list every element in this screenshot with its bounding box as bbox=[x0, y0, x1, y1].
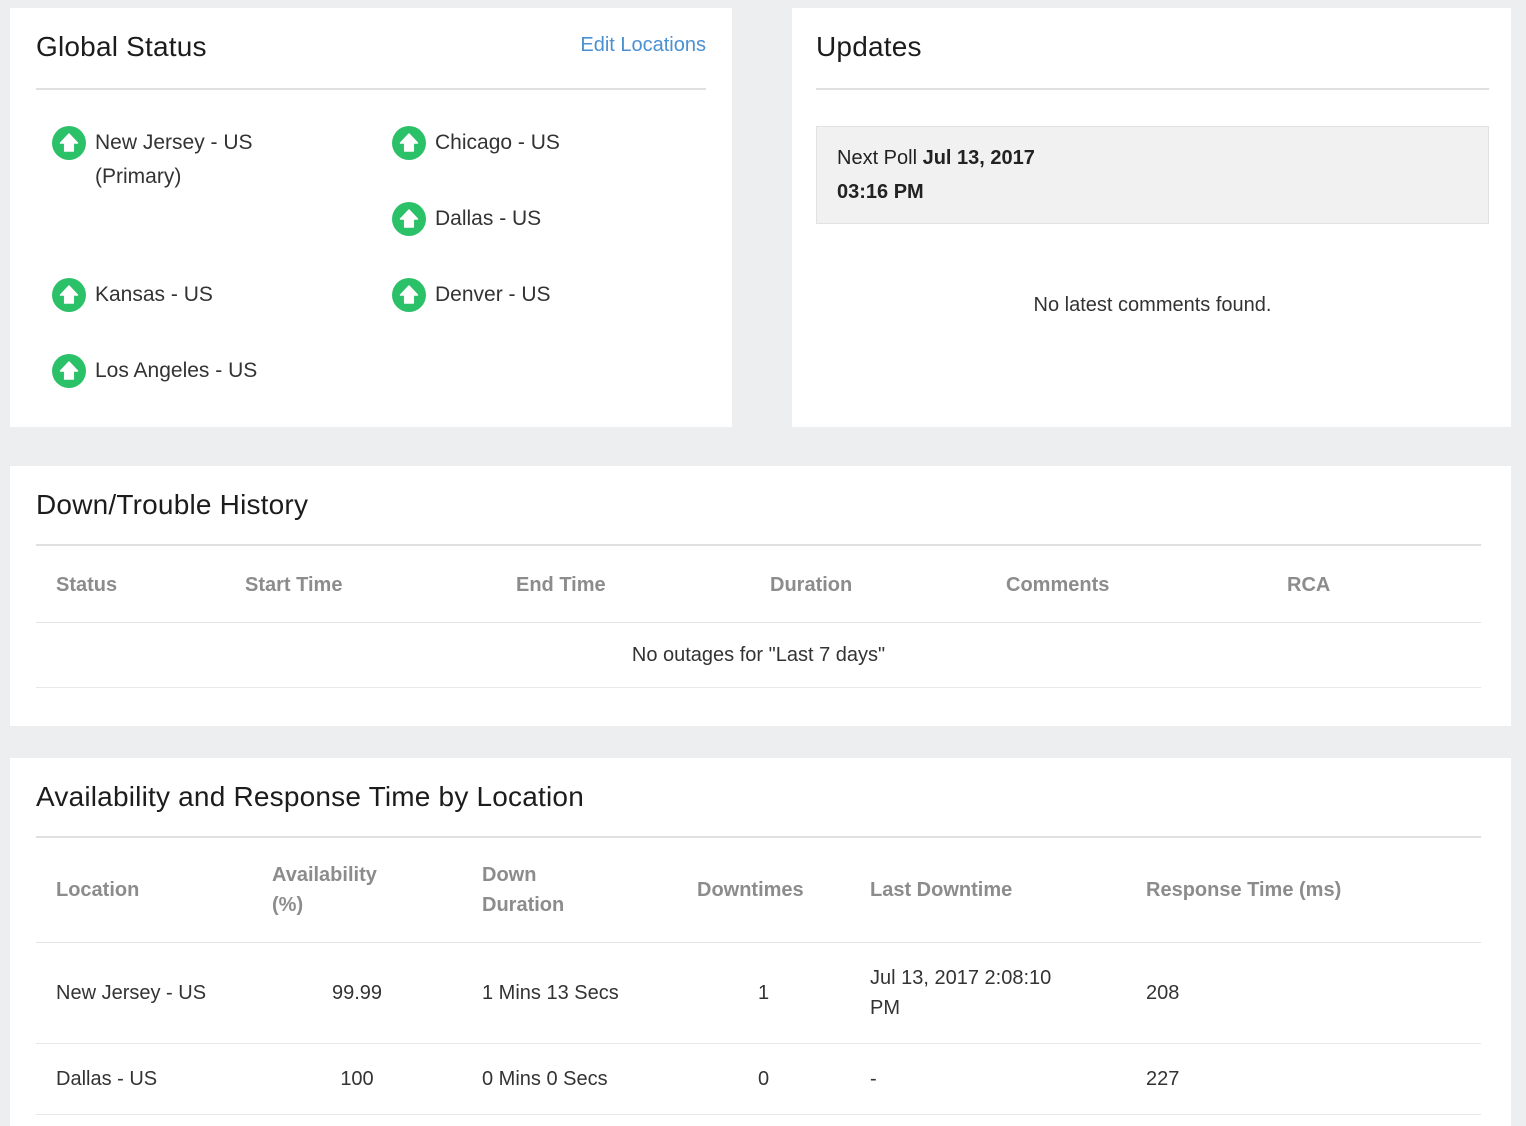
empty-history-row: No outages for "Last 7 days" bbox=[36, 623, 1481, 688]
down-duration-cell: 0 Mins 0 Secs bbox=[462, 1044, 677, 1115]
column-header-response-time: Response Time (ms) bbox=[1126, 838, 1481, 943]
column-header-downtimes: Downtimes bbox=[677, 838, 850, 943]
location-item: Los Angeles - US bbox=[52, 354, 392, 430]
column-header-duration: Duration bbox=[750, 546, 986, 623]
availability-cell: 99.99 bbox=[252, 943, 462, 1044]
down-history-table: Status Start Time End Time Duration Comm… bbox=[36, 546, 1481, 688]
location-label: Denver - US bbox=[435, 278, 551, 312]
location-item: Denver - US bbox=[392, 278, 732, 354]
response-time-cell: 227 bbox=[1126, 1044, 1481, 1115]
dashboard-page: Global Status Edit Locations New Jersey … bbox=[0, 8, 1526, 1126]
global-status-divider bbox=[36, 88, 706, 90]
no-outages-message: No outages for "Last 7 days" bbox=[36, 623, 1481, 688]
down-duration-cell: 1 Mins 13 Secs bbox=[462, 943, 677, 1044]
availability-title: Availability and Response Time by Locati… bbox=[36, 780, 584, 814]
column-header-end-time: End Time bbox=[496, 546, 750, 623]
edit-locations-link[interactable]: Edit Locations bbox=[580, 30, 706, 60]
down-history-panel: Down/Trouble History Status Start Time E… bbox=[10, 466, 1511, 726]
table-row: Dallas - US 100 0 Mins 0 Secs 0 - 227 bbox=[36, 1044, 1481, 1115]
column-header-status: Status bbox=[36, 546, 225, 623]
availability-panel: Availability and Response Time by Locati… bbox=[10, 758, 1511, 1126]
down-history-title: Down/Trouble History bbox=[36, 488, 308, 522]
column-header-start-time: Start Time bbox=[225, 546, 496, 623]
downtimes-cell: 0 bbox=[677, 1044, 850, 1115]
last-downtime-cell: Jul 13, 2017 2:08:10 PM bbox=[850, 943, 1126, 1044]
location-label: Chicago - US bbox=[435, 126, 560, 160]
location-item: Kansas - US bbox=[52, 278, 392, 354]
global-status-header: Global Status Edit Locations bbox=[36, 8, 706, 64]
location-label: Dallas - US bbox=[435, 202, 541, 236]
availability-header-row: Location Availability (%) Down Duration … bbox=[36, 838, 1481, 943]
column-header-down-duration: Down Duration bbox=[462, 838, 677, 943]
updates-title: Updates bbox=[816, 30, 922, 64]
down-history-header-row: Status Start Time End Time Duration Comm… bbox=[36, 546, 1481, 623]
location-label: Los Angeles - US bbox=[95, 354, 257, 388]
up-arrow-icon bbox=[392, 126, 426, 160]
up-arrow-icon bbox=[52, 354, 86, 388]
updates-header: Updates bbox=[816, 8, 1489, 64]
location-cell: New Jersey - US bbox=[36, 943, 252, 1044]
downtimes-cell: 1 bbox=[677, 943, 850, 1044]
global-status-panel: Global Status Edit Locations New Jersey … bbox=[10, 8, 732, 427]
next-poll-time: 03:16 PM bbox=[837, 175, 1468, 209]
up-arrow-icon bbox=[392, 278, 426, 312]
down-history-header: Down/Trouble History bbox=[36, 466, 1481, 522]
next-poll-box: Next Poll Jul 13, 2017 03:16 PM bbox=[816, 126, 1489, 224]
location-cell: Dallas - US bbox=[36, 1044, 252, 1115]
response-time-cell: 208 bbox=[1126, 943, 1481, 1044]
global-status-title: Global Status bbox=[36, 30, 207, 64]
location-status-grid: New Jersey - US (Primary) Kansas - US Lo… bbox=[52, 126, 706, 430]
updates-panel: Updates Next Poll Jul 13, 2017 03:16 PM … bbox=[792, 8, 1511, 427]
availability-header: Availability and Response Time by Locati… bbox=[36, 758, 1481, 814]
availability-cell: 100 bbox=[252, 1044, 462, 1115]
column-header-comments: Comments bbox=[986, 546, 1267, 623]
updates-divider bbox=[816, 88, 1489, 90]
location-item: New Jersey - US (Primary) bbox=[52, 126, 392, 278]
up-arrow-icon bbox=[392, 202, 426, 236]
column-header-location: Location bbox=[36, 838, 252, 943]
column-header-last-downtime: Last Downtime bbox=[850, 838, 1126, 943]
location-item: Chicago - US bbox=[392, 126, 732, 202]
availability-table: Location Availability (%) Down Duration … bbox=[36, 838, 1481, 1115]
location-label: New Jersey - US (Primary) bbox=[95, 126, 280, 194]
column-header-rca: RCA bbox=[1267, 546, 1481, 623]
next-poll-date: Jul 13, 2017 bbox=[923, 147, 1035, 169]
up-arrow-icon bbox=[52, 126, 86, 160]
up-arrow-icon bbox=[52, 278, 86, 312]
top-row: Global Status Edit Locations New Jersey … bbox=[10, 8, 1511, 427]
table-row: New Jersey - US 99.99 1 Mins 13 Secs 1 J… bbox=[36, 943, 1481, 1044]
no-comments-message: No latest comments found. bbox=[816, 288, 1489, 322]
column-header-availability: Availability (%) bbox=[252, 838, 462, 943]
location-item: Dallas - US bbox=[392, 202, 732, 278]
location-label: Kansas - US bbox=[95, 278, 213, 312]
last-downtime-cell: - bbox=[850, 1044, 1126, 1115]
next-poll-label: Next Poll bbox=[837, 147, 917, 169]
